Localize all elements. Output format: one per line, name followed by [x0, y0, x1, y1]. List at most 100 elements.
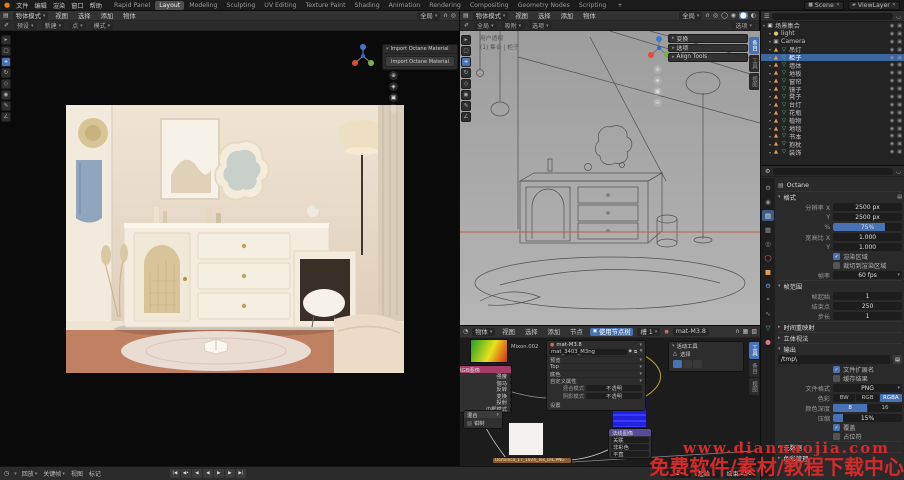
tool-setting-2[interactable]: 选项▾ [529, 22, 552, 30]
outliner-row[interactable]: ▾▲▽装饰◉▣ [761, 148, 904, 156]
select-box-tool[interactable]: ▢ [461, 46, 471, 56]
disable-render-icon[interactable]: ▣ [897, 94, 902, 100]
tool-setting-0[interactable]: 全局▾ [474, 22, 497, 30]
expand-icon[interactable]: ▾ [769, 102, 771, 107]
socket-icon[interactable] [510, 381, 513, 385]
hide-eye-icon[interactable]: ◉ [890, 78, 894, 84]
disable-render-icon[interactable]: ▣ [897, 102, 902, 108]
material-name-field[interactable]: mat-M3.8 [673, 328, 709, 336]
segment-option[interactable]: RGB [856, 394, 878, 402]
select-mode-new[interactable] [673, 360, 682, 368]
hide-eye-icon[interactable]: ◉ [890, 31, 894, 37]
hide-eye-icon[interactable]: ◉ [890, 62, 894, 68]
disable-render-icon[interactable]: ▣ [897, 31, 902, 37]
checkbox[interactable]: ✓ [833, 424, 840, 431]
section-header[interactable]: ▸立体视法 [778, 332, 902, 343]
tool-setting-0[interactable]: 预设▾ [14, 22, 37, 30]
play-reverse-button[interactable]: ◀ [203, 469, 213, 478]
grid-toggle-icon[interactable]: ⊞ [653, 98, 662, 107]
octane-import-button[interactable]: Import Octane Material [385, 56, 455, 67]
proportional-edit-icon[interactable]: ◎ [713, 12, 718, 19]
field-value[interactable]: 不透明 [586, 385, 642, 391]
rotate-tool[interactable]: ↻ [1, 68, 11, 78]
property-value[interactable]: 1 [833, 312, 902, 320]
outliner-row[interactable]: ▾▲▽镜子◉▣ [761, 85, 904, 93]
workspace-tab[interactable]: Animation [385, 1, 425, 10]
clock-icon[interactable]: ◷ [4, 470, 9, 477]
filter-icon[interactable]: ◡ [896, 13, 901, 20]
shader-menu-1[interactable]: 选择 [522, 327, 541, 336]
properties-search-input[interactable] [773, 168, 892, 175]
socket-icon[interactable] [510, 401, 513, 405]
scale-tool[interactable]: ◇ [1, 79, 11, 89]
properties-tab-physics[interactable]: ∿ [762, 308, 774, 319]
outliner-row[interactable]: ▾▲▽书本◉▣ [761, 132, 904, 140]
checkbox[interactable] [833, 375, 840, 382]
properties-tab-material[interactable]: ● [762, 336, 774, 347]
property-value[interactable]: 1.000 [833, 243, 902, 251]
mode-selector[interactable]: 物体模式▾ [473, 12, 509, 20]
settings-label[interactable]: 设置 [547, 400, 645, 410]
outliner-row[interactable]: ▾▲▽植物◉▣ [761, 117, 904, 125]
disable-render-icon[interactable]: ▣ [897, 55, 902, 61]
prev-keyframe-button[interactable]: ◀• [181, 469, 191, 478]
n-panel-section[interactable]: ▸选项 [668, 44, 748, 53]
outliner-row[interactable]: ▾▲▽墙体◉▣ [761, 61, 904, 69]
outliner-row[interactable]: ▾▲▽凳子◉▣ [761, 93, 904, 101]
scene-selector[interactable]: ■ Scene ✕ [804, 1, 844, 10]
segment-option[interactable]: BW [833, 394, 855, 402]
expand-icon[interactable]: ▾ [769, 110, 771, 115]
expand-icon[interactable]: ▾ [769, 63, 771, 68]
pan-hand-icon[interactable]: ◈ [653, 76, 662, 85]
disable-render-icon[interactable]: ▣ [897, 118, 902, 124]
overlays-icon[interactable]: ▦ [743, 328, 749, 335]
scale-tool[interactable]: ◇ [461, 79, 471, 89]
clamp-checkbox[interactable] [467, 421, 472, 426]
region-toggle-icon[interactable]: ▧ [751, 328, 757, 335]
property-value[interactable]: 2500 px [833, 213, 902, 221]
disable-render-icon[interactable]: ▣ [897, 39, 902, 45]
move-tool[interactable]: + [461, 57, 471, 67]
properties-tab-particles[interactable]: * [762, 294, 774, 305]
sidebar-tab-条目[interactable]: 条目 [749, 360, 759, 377]
outliner-row[interactable]: ▾▣场景集合◉▣ [761, 22, 904, 30]
disable-render-icon[interactable]: ▣ [897, 47, 902, 53]
outliner-row[interactable]: ▾●light◉▣ [761, 30, 904, 38]
editor-type-icon[interactable]: ⚙ [765, 168, 770, 175]
topbar-menu-1[interactable]: 编辑 [31, 1, 49, 10]
segment-option[interactable]: RGBA [880, 394, 902, 402]
mix-node[interactable]: 混合 ▾ 钳制 [463, 410, 503, 429]
hide-eye-icon[interactable]: ◉ [890, 126, 894, 132]
open-folder-icon[interactable]: ▤ [893, 355, 902, 364]
sidebar-tab-条目[interactable]: 条目 [749, 37, 759, 54]
section-header[interactable]: ▾帧范围 [778, 280, 902, 291]
move-tool[interactable]: + [1, 57, 11, 67]
workspace-tab[interactable]: UV Editing [260, 1, 300, 10]
viewport-menu-2[interactable]: 添加 [558, 11, 577, 20]
n-panel-section[interactable]: ▸Align Tools [668, 53, 748, 62]
expand-icon[interactable]: ▾ [769, 126, 771, 131]
pan-hand-icon[interactable]: ◈ [389, 82, 398, 91]
material-name-field[interactable]: mat_3403_M3ng [549, 349, 627, 355]
properties-tab-object-data[interactable]: ▽ [762, 322, 774, 333]
mode-selector[interactable]: 物体模式▾ [13, 12, 49, 20]
tool-setting-3[interactable]: 模式▾ [91, 22, 114, 30]
outliner-row[interactable]: ▾▲▽窗帘◉▣ [761, 77, 904, 85]
workspace-tab[interactable]: Rapid Panel [110, 1, 154, 10]
workspace-tab[interactable]: Rendering [425, 1, 465, 10]
nav-gizmo[interactable] [350, 43, 376, 69]
shading-material-icon[interactable]: ⬤ [739, 12, 748, 19]
hide-eye-icon[interactable]: ◉ [890, 133, 894, 139]
expand-icon[interactable]: ▾ [769, 118, 771, 123]
hide-eye-icon[interactable]: ◉ [890, 55, 894, 61]
output-path-field[interactable]: /tmp\ [778, 355, 890, 364]
expand-icon[interactable]: ▾ [769, 79, 771, 84]
outliner-row[interactable]: ▾▲▽抱枕◉▣ [761, 140, 904, 148]
expand-icon[interactable]: ▾ [769, 31, 771, 36]
property-dropdown[interactable]: PNG▾ [833, 384, 902, 392]
tool-setting-1[interactable]: 吸附▾ [502, 22, 525, 30]
timeline-menu-3[interactable]: 标记 [89, 469, 101, 478]
outliner-row[interactable]: ▾▲▽花瓶◉▣ [761, 109, 904, 117]
transform-tool[interactable]: ◉ [461, 90, 471, 100]
outliner-row[interactable]: ▾▲▽地毯◉▣ [761, 125, 904, 133]
